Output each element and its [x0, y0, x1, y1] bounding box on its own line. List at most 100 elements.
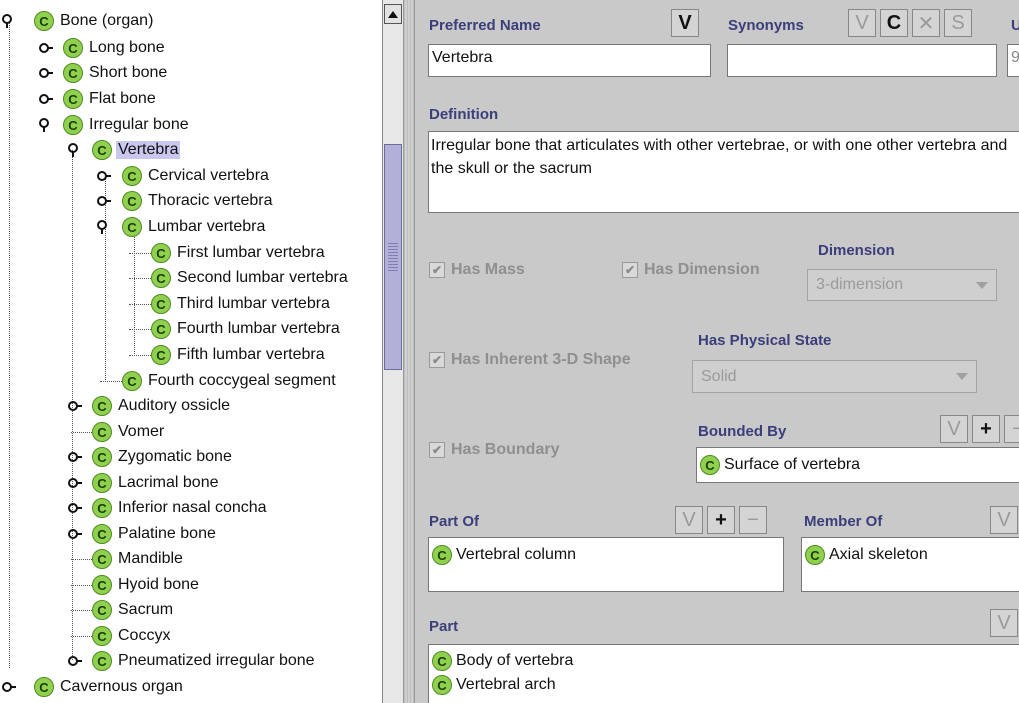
class-icon: C — [63, 63, 83, 83]
tree-node[interactable]: C Lacrimal bone — [92, 470, 221, 496]
synonyms-s-button[interactable]: S — [944, 9, 972, 37]
collapsed-handle-icon[interactable] — [68, 527, 82, 541]
definition-label: Definition — [429, 106, 499, 123]
has-boundary-checkbox[interactable]: ✔ Has Boundary — [429, 441, 559, 459]
physical-state-dropdown[interactable]: Solid — [692, 360, 977, 393]
collapsed-handle-icon[interactable] — [68, 501, 82, 515]
list-item[interactable]: C Vertebral arch — [432, 673, 1019, 697]
collapsed-handle-icon[interactable] — [2, 680, 16, 694]
tree-node[interactable]: C Thoracic vertebra — [122, 188, 275, 214]
class-icon: C — [34, 11, 54, 31]
tree-node[interactable]: C Coccyx — [92, 623, 172, 649]
tree-node[interactable]: C Third lumbar vertebra — [151, 291, 332, 317]
class-icon: C — [92, 396, 112, 416]
definition-field[interactable]: Irregular bone that articulates with oth… — [428, 131, 1019, 213]
collapsed-handle-icon[interactable] — [39, 92, 53, 106]
tree-node-label: Flat bone — [89, 90, 156, 107]
tree-node[interactable]: C Flat bone — [63, 86, 158, 112]
part-list[interactable]: C Body of vertebra C Vertebral arch — [428, 644, 1019, 703]
tree-connector — [129, 253, 151, 254]
tree-node[interactable]: C Short bone — [63, 60, 169, 86]
collapsed-handle-icon[interactable] — [97, 194, 111, 208]
list-item[interactable]: C Body of vertebra — [432, 649, 1019, 673]
tree-node-label: First lumbar vertebra — [177, 244, 325, 261]
preferred-name-v-button[interactable]: V — [671, 9, 699, 37]
has-mass-checkbox[interactable]: ✔ Has Mass — [429, 261, 525, 279]
tree-node[interactable]: C Zygomatic bone — [92, 444, 234, 470]
tree-node-label: Cavernous organ — [60, 678, 183, 695]
tree-node[interactable]: C Palatine bone — [92, 521, 218, 547]
tree-node[interactable]: C Lumbar vertebra — [122, 214, 267, 240]
bounded-by-v-button[interactable]: V — [940, 415, 968, 443]
expanded-handle-icon[interactable] — [68, 143, 82, 157]
tree-node[interactable]: C Inferior nasal concha — [92, 495, 269, 521]
tree-node[interactable]: C Vertebra — [92, 137, 181, 163]
collapsed-handle-icon[interactable] — [68, 476, 82, 490]
class-icon: C — [805, 545, 825, 565]
dimension-dropdown[interactable]: 3-dimension — [807, 269, 997, 301]
tree-node[interactable]: C Vomer — [92, 419, 166, 445]
tree-connector — [129, 329, 151, 330]
part-of-add-button[interactable]: + — [707, 506, 735, 534]
part-of-v-button[interactable]: V — [675, 506, 703, 534]
collapsed-handle-icon[interactable] — [68, 450, 82, 464]
tree-node[interactable]: C Pneumatized irregular bone — [92, 648, 317, 674]
collapsed-handle-icon[interactable] — [68, 654, 82, 668]
preferred-name-field[interactable]: Vertebra — [428, 44, 711, 77]
scroll-up-button[interactable] — [384, 4, 402, 24]
tree-scrollbar[interactable] — [382, 0, 403, 703]
tree-connector — [71, 432, 92, 433]
synonyms-v-button[interactable]: V — [848, 9, 876, 37]
has-dimension-checkbox[interactable]: ✔ Has Dimension — [622, 261, 760, 279]
expanded-handle-icon[interactable] — [2, 14, 16, 28]
tree-node[interactable]: C Fifth lumbar vertebra — [151, 342, 327, 368]
collapsed-handle-icon[interactable] — [39, 66, 53, 80]
list-item[interactable]: C Vertebral column — [432, 543, 780, 567]
part-v-button[interactable]: V — [990, 609, 1018, 637]
tree-node[interactable]: C Sacrum — [92, 597, 175, 623]
dimension-value: 3-dimension — [816, 276, 904, 293]
collapsed-handle-icon[interactable] — [97, 169, 111, 183]
expanded-handle-icon[interactable] — [39, 118, 53, 132]
bounded-by-list[interactable]: C Surface of vertebra — [696, 447, 1019, 483]
check-icon: ✔ — [429, 442, 445, 458]
tree-node[interactable]: C Auditory ossicle — [92, 393, 232, 419]
expanded-handle-icon[interactable] — [97, 220, 111, 234]
bounded-by-add-button[interactable]: + — [972, 415, 1000, 443]
member-of-list[interactable]: C Axial skeleton — [801, 537, 1019, 592]
member-of-v-button[interactable]: V — [990, 506, 1018, 534]
clipped-field[interactable]: 9 — [1007, 44, 1019, 77]
class-icon: C — [92, 575, 112, 595]
tree-node[interactable]: C Cervical vertebra — [122, 163, 271, 189]
synonyms-delete-button[interactable]: ✕ — [912, 9, 940, 37]
synonyms-field[interactable] — [727, 44, 997, 77]
tree-node[interactable]: C Long bone — [63, 35, 167, 61]
scroll-thumb[interactable] — [384, 144, 402, 370]
tree-node[interactable]: C Fourth coccygeal segment — [122, 368, 338, 394]
tree-node[interactable]: C Cavernous organ — [34, 674, 185, 700]
collapsed-handle-icon[interactable] — [39, 41, 53, 55]
tree-node[interactable]: C Fourth lumbar vertebra — [151, 316, 342, 342]
tree-node[interactable]: C Mandible — [92, 546, 185, 572]
dimension-label: Dimension — [818, 242, 895, 259]
part-item-label: Vertebral arch — [456, 676, 556, 693]
part-of-remove-button[interactable]: − — [739, 506, 767, 534]
tree-connector — [129, 355, 151, 356]
tree-node[interactable]: C Irregular bone — [63, 112, 191, 138]
collapsed-handle-icon[interactable] — [68, 399, 82, 413]
tree-node[interactable]: C Bone (organ) — [34, 8, 155, 34]
list-item[interactable]: C Surface of vertebra — [700, 453, 1019, 477]
split-pane-divider[interactable] — [403, 0, 415, 703]
tree-node[interactable]: C Second lumbar vertebra — [151, 265, 350, 291]
check-icon: ✔ — [622, 262, 638, 278]
tree-node[interactable]: C Hyoid bone — [92, 572, 201, 598]
synonyms-c-button[interactable]: C — [880, 9, 908, 37]
has-mass-label: Has Mass — [451, 261, 525, 278]
list-item[interactable]: C Axial skeleton — [805, 543, 1019, 567]
check-icon: ✔ — [429, 262, 445, 278]
tree-node[interactable]: C First lumbar vertebra — [151, 240, 327, 266]
bounded-by-remove-button[interactable]: − — [1004, 415, 1019, 443]
class-tree[interactable]: C Bone (organ) C Long bone C Short bone C Flat … — [0, 0, 382, 703]
part-of-list[interactable]: C Vertebral column — [428, 537, 784, 592]
has-inherent-shape-checkbox[interactable]: ✔ Has Inherent 3-D Shape — [429, 351, 631, 369]
